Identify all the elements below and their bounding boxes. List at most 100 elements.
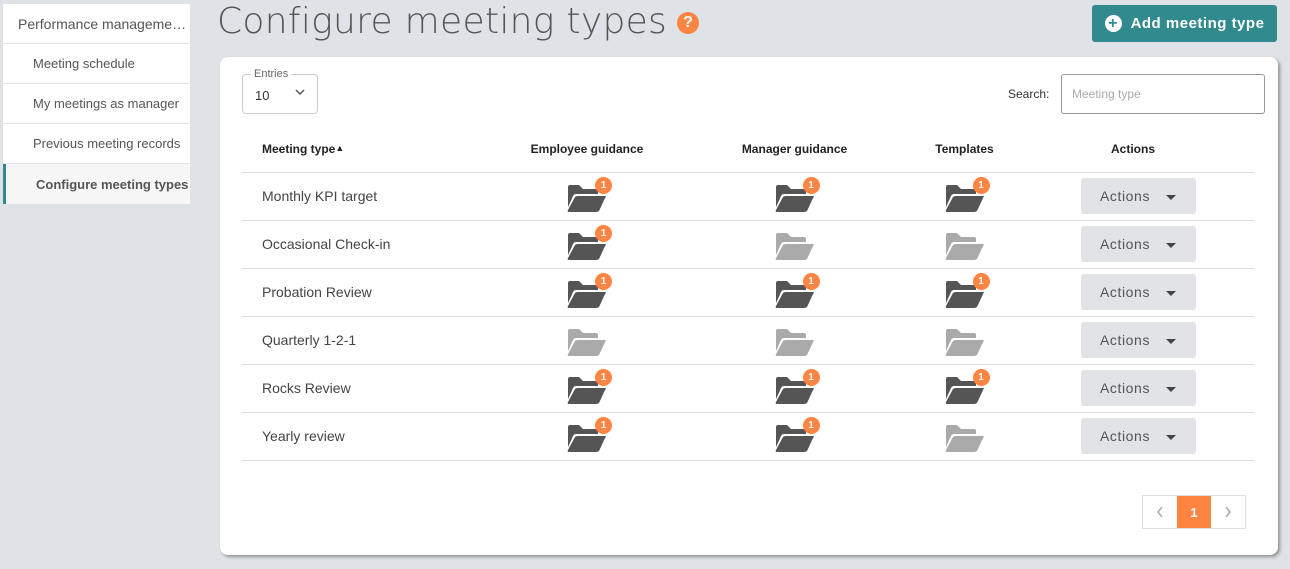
folder-icon[interactable]: 1 <box>566 225 612 261</box>
prev-page-button[interactable] <box>1143 496 1177 528</box>
caret-down-icon <box>1166 339 1177 344</box>
page-title-row: Configure meeting types ? <box>217 0 700 42</box>
manager-guidance-cell: 1 <box>672 364 917 413</box>
table-row: Probation Review 1 1 1 Actions <box>242 268 1254 317</box>
count-badge: 1 <box>972 369 990 386</box>
column-header-employee-guidance: Employee guidance <box>502 127 672 173</box>
folder-icon[interactable]: 1 <box>774 417 820 453</box>
column-header-manager-guidance: Manager guidance <box>672 127 917 173</box>
folder-icon[interactable] <box>566 327 608 357</box>
meeting-types-card: Entries 10 Search: Meeting type▲ Employe… <box>220 57 1278 555</box>
manager-guidance-cell: 1 <box>672 172 917 221</box>
folder-icon[interactable] <box>774 327 816 357</box>
folder-icon[interactable] <box>774 231 816 261</box>
actions-label: Actions <box>1099 188 1151 204</box>
entries-value: 10 <box>255 88 270 103</box>
manager-guidance-cell <box>672 316 917 365</box>
sidebar-item-my-meetings-as-manager[interactable]: My meetings as manager <box>3 84 190 124</box>
employee-guidance-cell: 1 <box>502 412 672 461</box>
folder-icon[interactable] <box>944 423 986 453</box>
chevron-down-icon <box>295 89 305 96</box>
folder-icon[interactable]: 1 <box>944 369 990 405</box>
folder-icon[interactable]: 1 <box>774 177 820 213</box>
count-badge: 1 <box>972 177 990 194</box>
employee-guidance-cell: 1 <box>502 268 672 317</box>
column-header-templates: Templates <box>917 127 1012 173</box>
sidebar-item-previous-meeting-records[interactable]: Previous meeting records <box>3 124 190 164</box>
actions-label: Actions <box>1099 428 1151 444</box>
actions-dropdown-button[interactable]: Actions <box>1080 226 1196 262</box>
actions-dropdown-button[interactable]: Actions <box>1080 418 1196 454</box>
actions-label: Actions <box>1099 332 1151 348</box>
meeting-type-name: Quarterly 1-2-1 <box>242 316 502 365</box>
pagination: 1 <box>1142 495 1246 529</box>
manager-guidance-cell: 1 <box>672 268 917 317</box>
folder-icon[interactable]: 1 <box>774 273 820 309</box>
folder-icon[interactable]: 1 <box>944 273 990 309</box>
folder-icon[interactable] <box>944 327 986 357</box>
meeting-type-name: Yearly review <box>242 412 502 461</box>
page-1-button[interactable]: 1 <box>1177 496 1211 528</box>
count-badge: 1 <box>802 177 820 194</box>
actions-label: Actions <box>1099 380 1151 396</box>
actions-dropdown-button[interactable]: Actions <box>1080 274 1196 310</box>
folder-icon[interactable]: 1 <box>774 369 820 405</box>
actions-dropdown-button[interactable]: Actions <box>1080 178 1196 214</box>
manager-guidance-cell <box>672 220 917 269</box>
caret-down-icon <box>1166 435 1177 440</box>
count-badge: 1 <box>802 273 820 290</box>
count-badge: 1 <box>595 225 612 242</box>
manager-guidance-cell: 1 <box>672 412 917 461</box>
plus-circle-icon: + <box>1104 15 1122 32</box>
column-header-meeting-type[interactable]: Meeting type▲ <box>242 127 502 173</box>
chevron-right-icon <box>1225 506 1231 518</box>
count-badge: 1 <box>595 177 612 194</box>
sidebar-item-configure-meeting-types[interactable]: Configure meeting types <box>3 164 190 204</box>
folder-icon[interactable]: 1 <box>566 369 612 405</box>
search-label: Search: <box>1008 87 1050 101</box>
entries-select[interactable]: Entries 10 <box>242 68 318 114</box>
templates-cell: 1 <box>917 172 1012 221</box>
templates-cell <box>917 220 1012 269</box>
caret-down-icon <box>1166 243 1177 248</box>
table-row: Rocks Review 1 1 1 Actions <box>242 364 1254 413</box>
meeting-type-name: Rocks Review <box>242 364 502 413</box>
folder-icon[interactable] <box>944 231 986 261</box>
sidebar-item-performance-management[interactable]: Performance manageme… <box>3 4 190 44</box>
count-badge: 1 <box>802 369 820 386</box>
page-title: Configure meeting types <box>217 0 668 42</box>
next-page-button[interactable] <box>1211 496 1245 528</box>
table-row: Monthly KPI target 1 1 1 Actions <box>242 172 1254 221</box>
templates-cell <box>917 412 1012 461</box>
employee-guidance-cell <box>502 316 672 365</box>
folder-icon[interactable]: 1 <box>566 417 612 453</box>
actions-cell: Actions <box>1012 364 1254 413</box>
count-badge: 1 <box>972 273 990 290</box>
meeting-type-name: Occasional Check-in <box>242 220 502 269</box>
folder-icon[interactable]: 1 <box>944 177 990 213</box>
actions-label: Actions <box>1099 284 1151 300</box>
actions-dropdown-button[interactable]: Actions <box>1080 322 1196 358</box>
caret-down-icon <box>1166 195 1177 200</box>
count-badge: 1 <box>595 369 612 386</box>
sidebar-item-meeting-schedule[interactable]: Meeting schedule <box>3 44 190 84</box>
chevron-left-icon <box>1157 506 1163 518</box>
templates-cell <box>917 316 1012 365</box>
actions-dropdown-button[interactable]: Actions <box>1080 370 1196 406</box>
table-header-row: Meeting type▲ Employee guidance Manager … <box>242 127 1254 173</box>
table-row: Yearly review 1 1 Actions <box>242 412 1254 461</box>
table-row: Occasional Check-in 1 Actions <box>242 220 1254 269</box>
search-input[interactable] <box>1061 74 1265 114</box>
actions-cell: Actions <box>1012 172 1254 221</box>
actions-cell: Actions <box>1012 268 1254 317</box>
meeting-type-name: Monthly KPI target <box>242 172 502 221</box>
folder-icon[interactable]: 1 <box>566 177 612 213</box>
templates-cell: 1 <box>917 268 1012 317</box>
add-meeting-type-button[interactable]: + Add meeting type <box>1092 5 1277 42</box>
caret-down-icon <box>1166 387 1177 392</box>
meeting-type-name: Probation Review <box>242 268 502 317</box>
help-icon[interactable]: ? <box>677 12 700 34</box>
folder-icon[interactable]: 1 <box>566 273 612 309</box>
actions-label: Actions <box>1099 236 1151 252</box>
table-row: Quarterly 1-2-1 Actions <box>242 316 1254 365</box>
